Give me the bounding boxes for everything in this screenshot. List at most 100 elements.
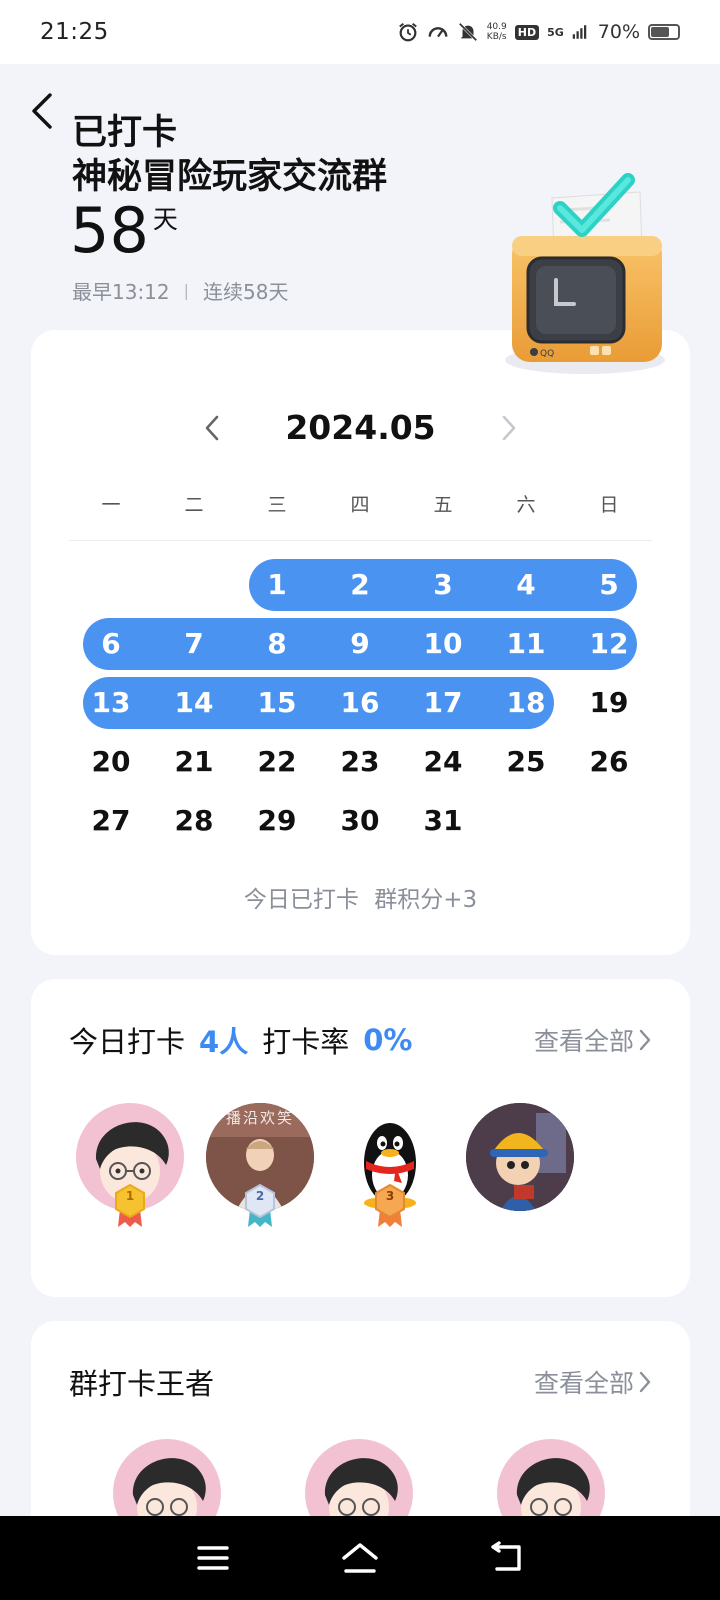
calendar-day[interactable]: 30	[330, 795, 390, 847]
cartoon-worker-avatar-icon	[466, 1103, 574, 1211]
weekday-label: 一	[101, 494, 121, 516]
chevron-left-icon	[32, 93, 52, 129]
calendar-day[interactable]: 4	[496, 559, 556, 611]
calendar-day[interactable]: 7	[164, 618, 224, 670]
status-time: 21:25	[40, 19, 109, 45]
rank-number: 1	[125, 1189, 135, 1203]
chevron-right-icon	[639, 1029, 651, 1051]
days-unit: 天	[152, 205, 178, 234]
rank-number: 2	[255, 1189, 265, 1203]
calendar-day[interactable]: 16	[330, 677, 390, 729]
menu-icon	[197, 1546, 230, 1570]
month-label: 2024.05	[285, 408, 436, 447]
back-nav-button[interactable]	[485, 1536, 529, 1580]
chevron-right-icon	[639, 1371, 651, 1393]
battery-icon	[648, 24, 680, 40]
calendar-day[interactable]: 28	[164, 795, 224, 847]
prev-month-button[interactable]	[197, 413, 227, 443]
battery-level	[651, 27, 669, 37]
earliest-time: 最早13:12	[72, 280, 170, 304]
checkin-member-1[interactable]: 1	[76, 1103, 184, 1233]
calendar-day[interactable]: 26	[579, 736, 639, 788]
calendar-day[interactable]: 23	[330, 736, 390, 788]
network-badge: 5G	[547, 25, 564, 39]
alarm-icon	[398, 22, 417, 42]
view-all-today-button[interactable]: 查看全部	[534, 1022, 652, 1058]
today-checkin-summary: 今日打卡 4人 打卡率 0%	[69, 1019, 412, 1061]
month-navigator: 2024.05	[31, 408, 690, 447]
calendar-day[interactable]: 18	[496, 677, 556, 729]
calendar-divider	[69, 540, 652, 541]
calendar-day[interactable]: 21	[164, 736, 224, 788]
rank-medal-silver: 2	[242, 1183, 278, 1229]
net-speed-unit: KB/s	[486, 32, 507, 42]
calendar-day[interactable]: 8	[247, 618, 307, 670]
calendar-day[interactable]: 3	[413, 559, 473, 611]
mute-bell-icon	[458, 22, 477, 42]
streak-days: 连续58天	[203, 280, 289, 304]
weekday-label: 六	[516, 494, 536, 516]
status-icons: 40.9 KB/s HD 5G 70%	[397, 21, 680, 43]
today-checkin-label: 今日打卡	[69, 1025, 186, 1059]
checkin-member-2[interactable]: 播沿欢笑 2	[206, 1103, 314, 1233]
calendar-day[interactable]: 27	[81, 795, 141, 847]
rank-number: 3	[385, 1189, 395, 1203]
next-month-button[interactable]	[494, 413, 524, 443]
today-checkin-tip: 今日已打卡 群积分+3	[243, 887, 478, 913]
calendar-day[interactable]: 9	[330, 618, 390, 670]
calendar-day[interactable]: 19	[579, 677, 639, 729]
checkin-member-3[interactable]: 3	[336, 1103, 444, 1233]
calendar-day[interactable]: 31	[413, 795, 473, 847]
calendar-day[interactable]: 10	[413, 618, 473, 670]
signal-icon	[572, 25, 587, 39]
days-number: 58	[70, 194, 149, 267]
rank-medal-bronze: 3	[372, 1183, 408, 1229]
weekday-label: 二	[184, 494, 204, 516]
checkin-rate-value: 0%	[363, 1023, 413, 1057]
weekday-label: 三	[267, 494, 287, 516]
calendar-day[interactable]: 14	[164, 677, 224, 729]
calendar-day[interactable]: 5	[579, 559, 639, 611]
avatar	[466, 1103, 574, 1211]
view-all-king-button[interactable]: 查看全部	[534, 1364, 652, 1400]
back-icon	[490, 1541, 521, 1571]
view-all-label: 查看全部	[533, 1027, 634, 1056]
battery-percent: 70%	[597, 21, 640, 43]
calendar-day[interactable]: 2	[330, 559, 390, 611]
today-checkin-count: 4人	[199, 1025, 249, 1059]
back-button[interactable]	[22, 86, 62, 136]
checkin-member-4[interactable]	[466, 1103, 574, 1233]
calendar-day[interactable]: 13	[81, 677, 141, 729]
info-separator: |	[183, 281, 190, 300]
calendar-day[interactable]: 11	[496, 618, 556, 670]
avatar-photo-caption: 播沿欢笑	[225, 1109, 294, 1127]
calendar-day[interactable]: 6	[81, 618, 141, 670]
king-header: 群打卡王者 查看全部	[69, 1361, 652, 1403]
menu-button[interactable]	[191, 1536, 235, 1580]
calendar-day[interactable]: 29	[247, 795, 307, 847]
home-button[interactable]	[338, 1536, 382, 1580]
checkin-sub-info: 最早13:12 | 连续58天	[72, 276, 288, 305]
calendar-day[interactable]: 1	[247, 559, 307, 611]
status-bar: 21:25 40.9 KB/s HD 5G 70%	[0, 0, 720, 64]
calendar-day[interactable]: 22	[247, 736, 307, 788]
king-title: 群打卡王者	[69, 1367, 215, 1401]
calendar-day[interactable]: 25	[496, 736, 556, 788]
view-all-label: 查看全部	[533, 1369, 634, 1398]
checkin-machine-illustration: QQ	[505, 173, 665, 374]
today-checkin-card: 今日打卡 4人 打卡率 0% 查看全部 1 播沿欢笑 2 3	[31, 979, 690, 1297]
hd-badge: HD	[514, 24, 540, 40]
calendar-day[interactable]: 15	[247, 677, 307, 729]
calendar-day[interactable]: 12	[579, 618, 639, 670]
home-icon	[342, 1543, 378, 1573]
svg-text:QQ: QQ	[540, 349, 554, 359]
calendar-day[interactable]: 20	[81, 736, 141, 788]
days-count: 58 天	[70, 196, 178, 266]
weekday-label: 四	[350, 494, 370, 516]
calendar-day[interactable]: 17	[413, 677, 473, 729]
chevron-left-icon	[206, 415, 219, 440]
calendar-card: 2024.05 一二三四五六日 1 2 3 4 5 6 7 8 9 10 11 12 13 14 15 16 1…	[31, 330, 690, 955]
calendar-day[interactable]: 24	[413, 736, 473, 788]
net-speed: 40.9 KB/s	[487, 22, 507, 42]
speedometer-icon	[428, 27, 448, 38]
